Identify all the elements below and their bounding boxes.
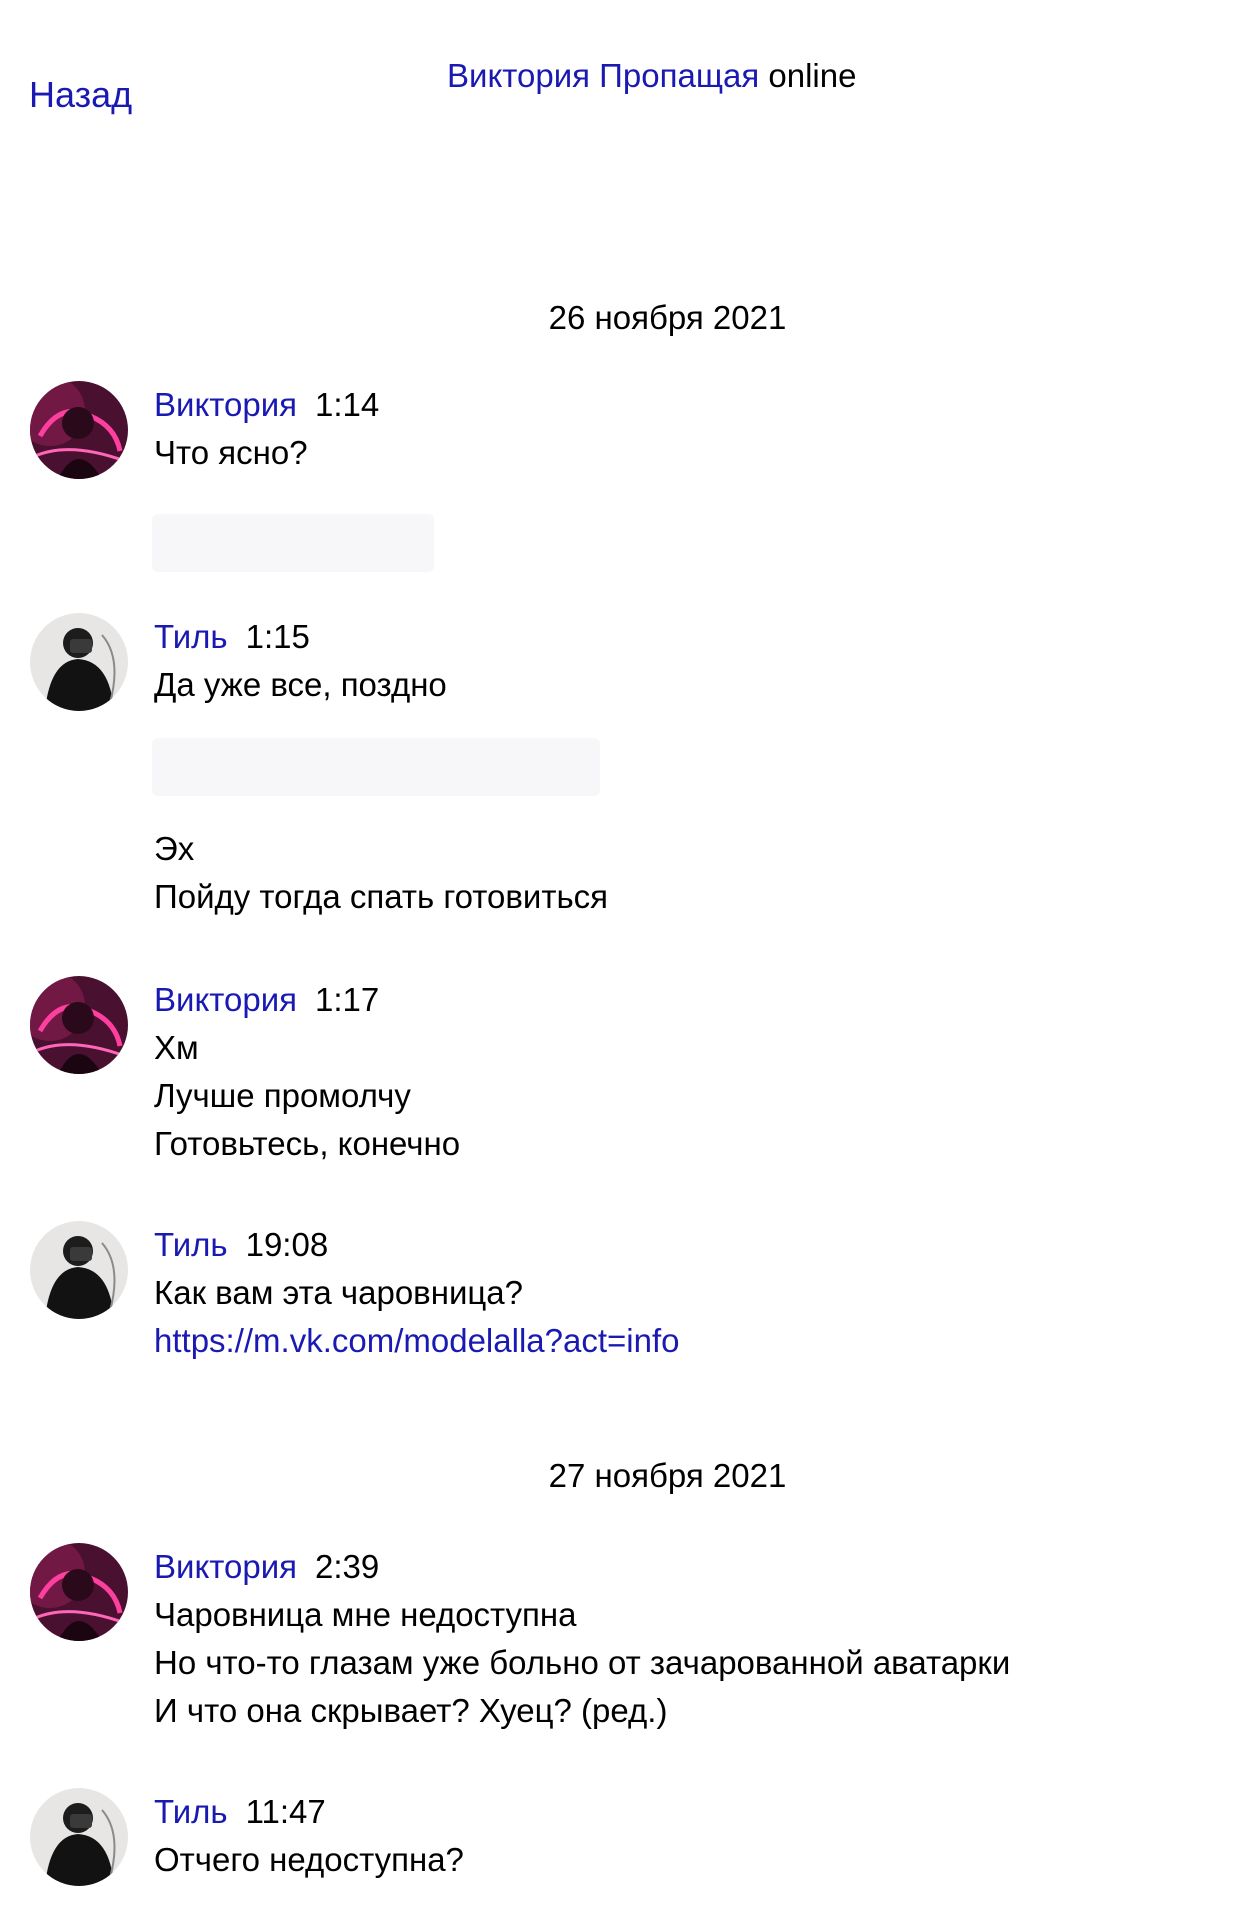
til-avatar[interactable] [30,1221,128,1319]
message-header: Тиль 19:08 [154,1224,328,1266]
message-time: 1:15 [245,618,310,655]
message-text: Готовьтесь, конечно [154,1125,461,1162]
chat-header: Виктория Пропащая online [447,55,856,97]
message-text: Что ясно? [154,434,308,471]
author-link[interactable]: Тиль [154,1793,228,1830]
contact-name-link[interactable]: Виктория Пропащая [447,57,759,94]
message-time: 19:08 [245,1226,329,1263]
viktoria-avatar[interactable] [30,1543,128,1641]
message-time: 11:47 [245,1793,326,1830]
author-link[interactable]: Тиль [154,1226,228,1263]
message-header: Тиль 11:47 [154,1791,326,1833]
online-status: online [768,57,857,94]
message-time: 1:14 [315,386,380,423]
message-text: Да уже все, поздно [154,666,447,703]
date-separator: 26 ноября 2021 [548,299,787,336]
message-text: И что она скрывает? Хуец? (ред.) [154,1692,668,1729]
hidden-content-block [152,514,434,572]
message-time: 2:39 [315,1548,380,1585]
message-header: Виктория 1:14 [154,384,379,426]
til-avatar[interactable] [30,1788,128,1886]
author-link[interactable]: Виктория [154,386,297,423]
message-text: Но что-то глазам уже больно от зачарован… [154,1644,1011,1681]
til-avatar[interactable] [30,613,128,711]
message-text: Эх [154,830,195,867]
viktoria-avatar[interactable] [30,976,128,1074]
message-text: Чаровница мне недоступна [154,1596,577,1633]
date-separator: 27 ноября 2021 [548,1457,787,1494]
back-link[interactable]: Назад [29,73,132,117]
author-link[interactable]: Виктория [154,981,297,1018]
message-text: Отчего недоступна? [154,1841,464,1878]
message-header: Виктория 2:39 [154,1546,379,1588]
message-header: Виктория 1:17 [154,979,379,1021]
author-link[interactable]: Тиль [154,618,228,655]
author-link[interactable]: Виктория [154,1548,297,1585]
message-time: 1:17 [315,981,380,1018]
message-text: Хм [154,1029,199,1066]
message-text: Пойду тогда спать готовиться [154,878,609,915]
message-header: Тиль 1:15 [154,616,310,658]
message-text: Как вам эта чаровница? [154,1274,523,1311]
message-link[interactable]: https://m.vk.com/modelalla?act=info [154,1320,680,1362]
message-text: Лучше промолчу [154,1077,411,1114]
hidden-content-block [152,738,600,796]
viktoria-avatar[interactable] [30,381,128,479]
